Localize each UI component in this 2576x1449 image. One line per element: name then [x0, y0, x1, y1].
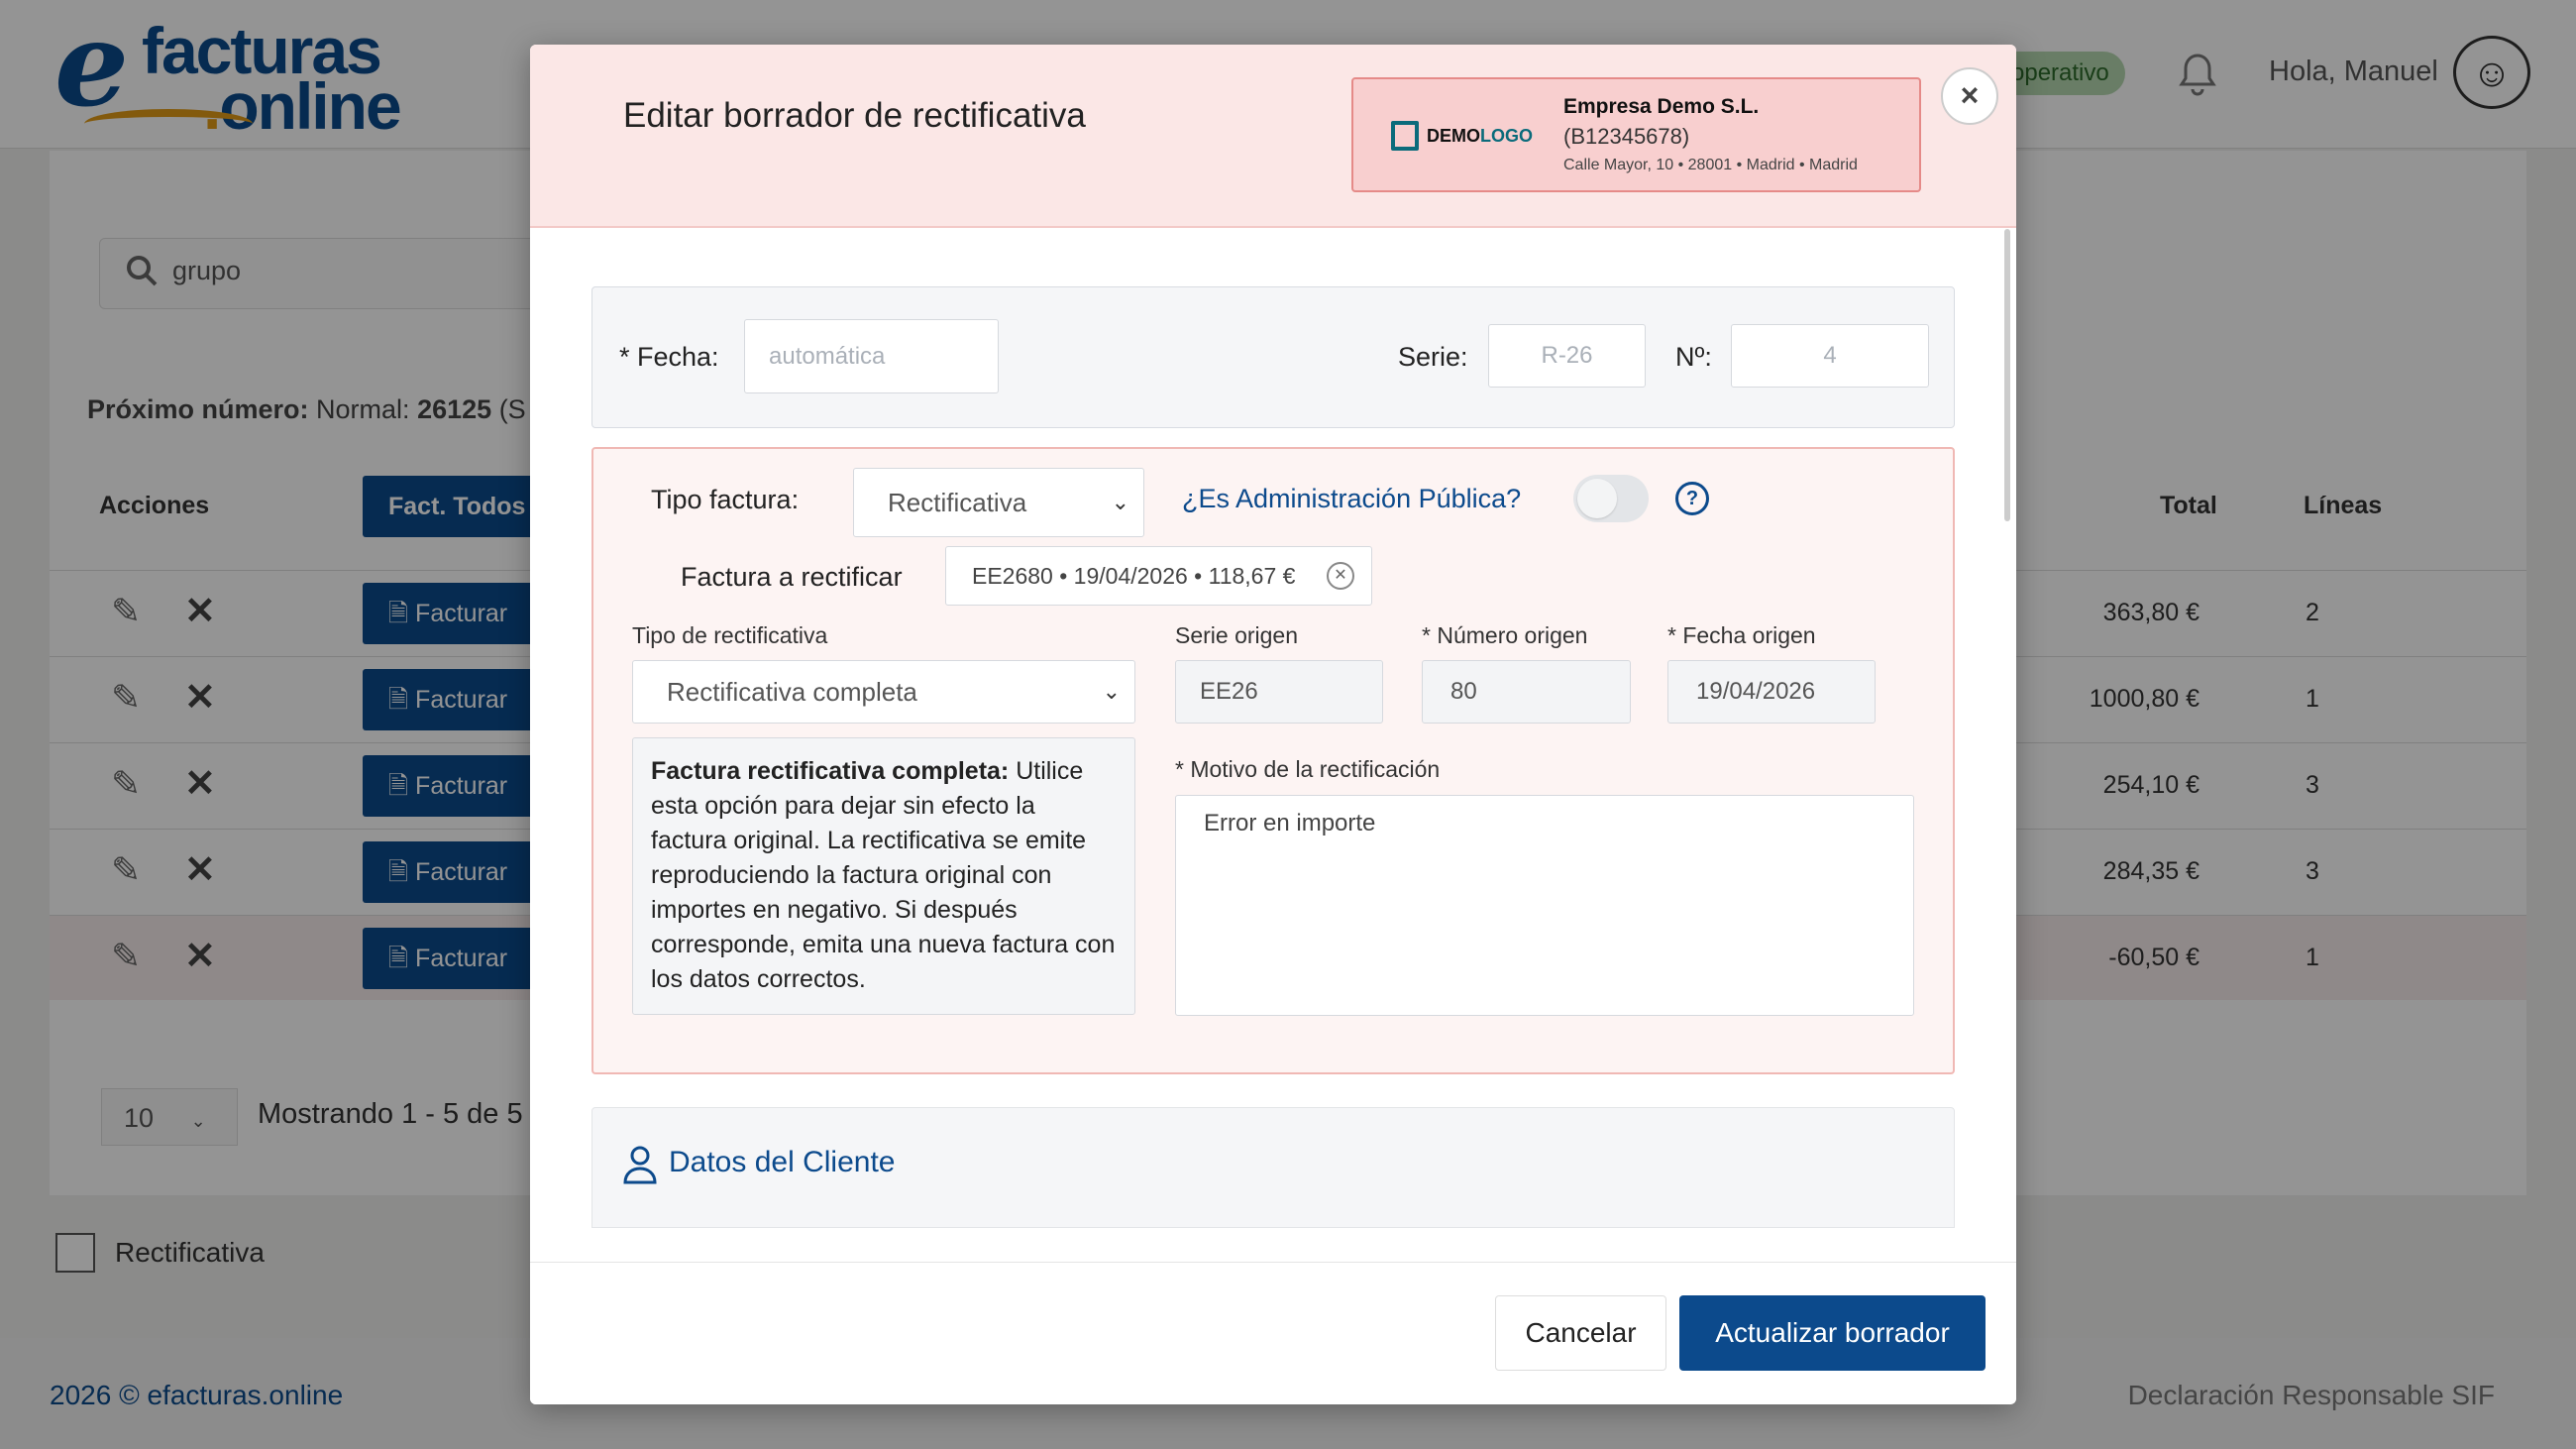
company-name: Empresa Demo S.L.: [1563, 95, 1760, 118]
serie-origen-input[interactable]: EE26: [1175, 660, 1383, 724]
serie-origen-label: Serie origen: [1175, 622, 1299, 648]
edit-draft-modal: Editar borrador de rectificativa DEMOLOG…: [530, 45, 2016, 1404]
numero-label: Nº:: [1675, 342, 1712, 372]
motivo-textarea[interactable]: Error en importe: [1175, 795, 1914, 1016]
fecha-label: * Fecha:: [619, 342, 719, 372]
admin-publica-toggle[interactable]: [1573, 475, 1649, 522]
motivo-label: * Motivo de la rectificación: [1175, 756, 1441, 782]
close-button[interactable]: ×: [1941, 67, 1998, 125]
tipo-rect-select[interactable]: Rectificativa completa ⌄: [632, 660, 1135, 724]
chevron-down-icon: ⌄: [1111, 490, 1129, 514]
fecha-input[interactable]: automática: [744, 319, 999, 393]
modal-title: Editar borrador de rectificativa: [623, 96, 1086, 135]
client-section-title[interactable]: Datos del Cliente: [669, 1146, 895, 1179]
help-icon[interactable]: ?: [1675, 482, 1709, 515]
numero-input[interactable]: 4: [1731, 324, 1929, 388]
chevron-down-icon: ⌄: [1102, 679, 1121, 704]
factura-rectificar-label: Factura a rectificar: [681, 562, 903, 592]
scrollbar[interactable]: [2004, 229, 2010, 521]
clear-icon[interactable]: ✕: [1327, 562, 1354, 590]
tipo-factura-select[interactable]: Rectificativa ⌄: [853, 468, 1144, 537]
rectificativa-info: Factura rectificativa completa: Utilice …: [632, 737, 1135, 1015]
cancel-button[interactable]: Cancelar: [1495, 1295, 1666, 1371]
tipo-factura-label: Tipo factura:: [651, 485, 800, 514]
company-cif: (B12345678): [1563, 124, 1690, 149]
user-icon: [622, 1145, 658, 1184]
fecha-origen-input[interactable]: 19/04/2026: [1667, 660, 1876, 724]
company-card: DEMOLOGO Empresa Demo S.L. (B12345678) C…: [1351, 77, 1921, 192]
update-draft-button[interactable]: Actualizar borrador: [1679, 1295, 1986, 1371]
modal-header: Editar borrador de rectificativa DEMOLOG…: [530, 45, 2016, 228]
factura-rectificar-field[interactable]: EE2680 • 19/04/2026 • 118,67 €: [945, 546, 1372, 606]
serie-input[interactable]: R-26: [1488, 324, 1646, 388]
numero-origen-input[interactable]: 80: [1422, 660, 1631, 724]
numero-origen-label: * Número origen: [1422, 622, 1588, 648]
company-logo: DEMOLOGO: [1391, 119, 1540, 155]
serie-label: Serie:: [1398, 342, 1468, 372]
company-address: Calle Mayor, 10 • 28001 • Madrid • Madri…: [1563, 157, 1858, 173]
tipo-rect-label: Tipo de rectificativa: [632, 622, 828, 648]
admin-publica-label: ¿Es Administración Pública?: [1182, 484, 1522, 513]
modal-footer: Cancelar Actualizar borrador: [530, 1262, 2016, 1404]
client-section-body: [591, 1227, 1955, 1267]
fecha-origen-label: * Fecha origen: [1667, 622, 1816, 648]
